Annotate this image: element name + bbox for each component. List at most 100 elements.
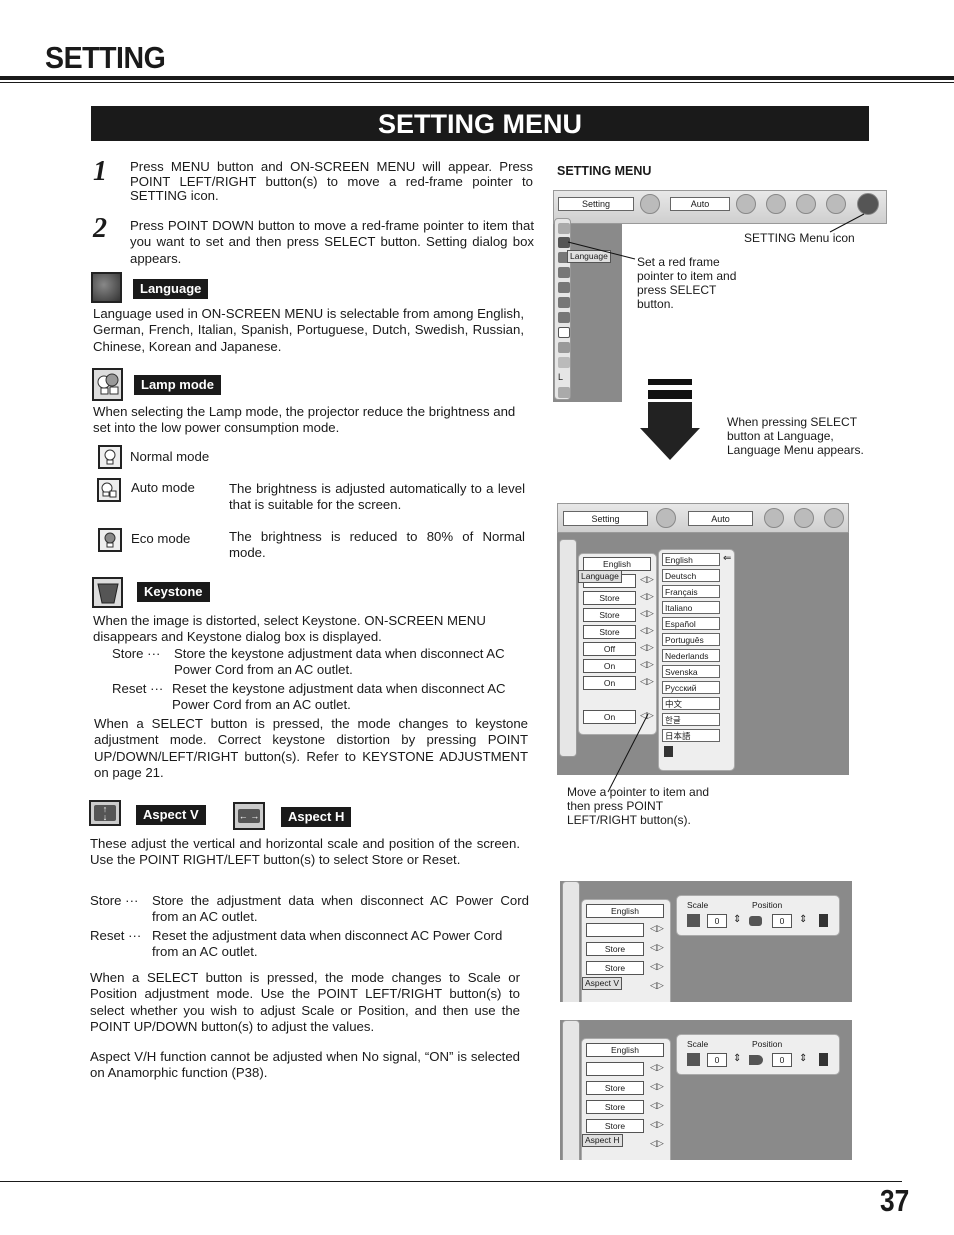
aspect-reset-desc: Reset the adjustment data when disconnec…: [152, 928, 503, 960]
aspect-v-label: Aspect V: [136, 805, 206, 825]
eco-mode-description: The brightness is reduced to 80% of Norm…: [229, 529, 525, 561]
keystone-icon: [92, 577, 123, 608]
value-cell: Store: [586, 1100, 644, 1114]
left-right-arrows-icon: ◁▷: [650, 980, 664, 990]
left-right-arrows-icon: ◁▷: [650, 1100, 664, 1110]
value-cell: Store: [583, 591, 636, 605]
globe-icon: [91, 272, 122, 303]
red-frame-callout: Set a red frame pointer to item and pres…: [637, 255, 737, 311]
exit-icon[interactable]: [819, 914, 828, 927]
scale-value[interactable]: 0: [707, 914, 727, 928]
header-rule: [0, 76, 954, 80]
left-right-arrows-icon: ◁▷: [640, 676, 654, 686]
language-description: Language used in ON-SCREEN MENU is selec…: [93, 306, 524, 354]
image-adjust-icon: [764, 508, 784, 528]
keystone-store-term: Store ···: [112, 646, 161, 661]
value-cell: On: [583, 676, 636, 690]
section-banner: SETTING MENU: [91, 106, 869, 141]
keystone-reset-desc: Reset the keystone adjustment data when …: [172, 681, 506, 713]
language-option[interactable]: 中文: [662, 697, 720, 710]
position-icon: [749, 916, 762, 926]
scale-label: Scale: [687, 1039, 709, 1049]
aspect-h-icon: ← →: [233, 802, 265, 830]
left-right-arrows-icon: ◁▷: [650, 1062, 664, 1072]
exit-icon[interactable]: [819, 1053, 828, 1066]
up-down-arrows-icon: ⇕: [733, 1053, 742, 1064]
language-option[interactable]: Русский: [662, 681, 720, 694]
position-label: Position: [752, 1039, 783, 1049]
value-cell: Off: [583, 642, 636, 656]
keystone-label: Keystone: [137, 582, 210, 602]
language-option[interactable]: Svenska: [662, 665, 720, 678]
exit-icon[interactable]: [664, 746, 673, 757]
lamp-mode-label: Lamp mode: [134, 375, 221, 395]
left-right-arrows-icon: ◁▷: [650, 1119, 664, 1129]
value-cell: [586, 923, 644, 937]
select-callout: When pressing SELECT button at Language,…: [727, 415, 864, 457]
osd-aspect-h: English ◁▷ Store ◁▷ Store ◁▷ Store ◁▷ ◁▷…: [560, 1020, 852, 1160]
aspect-store-desc: Store the adjustment data when disconnec…: [152, 893, 529, 925]
value-cell: English: [586, 904, 664, 918]
language-list-panel: English ⇐ Deutsch Français Italiano Espa…: [658, 549, 735, 771]
arrow-bar: [648, 379, 692, 385]
language-option[interactable]: Français: [662, 585, 720, 598]
up-down-arrows-icon: ⇕: [799, 1053, 808, 1064]
osd-sidebar: [562, 881, 580, 1002]
left-right-arrows-icon: ◁▷: [650, 1138, 664, 1148]
language-option[interactable]: English: [662, 553, 720, 566]
eco-mode-label: Eco mode: [131, 531, 191, 546]
position-value[interactable]: 0: [772, 1053, 792, 1067]
value-cell: English: [583, 557, 651, 571]
osd-sidebar: [562, 1020, 580, 1160]
figure-heading: SETTING MENU: [557, 164, 652, 178]
footer-rule: [0, 1181, 902, 1182]
aspect-reset-term: Reset ···: [90, 928, 142, 943]
callout-line: [607, 713, 649, 793]
aspect-paragraph-2: When a SELECT button is pressed, the mod…: [90, 970, 520, 1035]
left-right-arrows-icon: ◁▷: [640, 608, 654, 618]
language-option[interactable]: Nederlands: [662, 649, 720, 662]
normal-mode-icon: [98, 445, 122, 469]
page-title: SETTING: [45, 40, 166, 75]
scale-position-panel: Scale Position 0 ⇕ 0 ⇕: [676, 1034, 840, 1075]
aspect-v-icon: ↑ ↓: [89, 800, 121, 826]
scale-value[interactable]: 0: [707, 1053, 727, 1067]
step-text: Press MENU button and ON-SCREEN MENU wil…: [130, 159, 533, 203]
scale-icon: [687, 1053, 700, 1066]
aspect-h-label: Aspect H: [281, 807, 352, 827]
left-right-arrows-icon: ◁▷: [640, 659, 654, 669]
osd-sidebar: [559, 539, 577, 757]
language-option[interactable]: Deutsch: [662, 569, 720, 582]
left-right-arrows-icon: ◁▷: [640, 642, 654, 652]
position-label: Position: [752, 900, 783, 910]
left-right-arrows-icon: ◁▷: [640, 574, 654, 584]
language-option[interactable]: 日本語: [662, 729, 720, 742]
left-right-arrows-icon: ◁▷: [650, 923, 664, 933]
value-cell: English: [586, 1043, 664, 1057]
screen-icon: [824, 508, 844, 528]
scale-icon: [687, 914, 700, 927]
selected-arrow-icon: ⇐: [723, 553, 732, 564]
left-right-arrows-icon: ◁▷: [640, 625, 654, 635]
down-arrow-icon: [640, 402, 700, 460]
language-option[interactable]: Italiano: [662, 601, 720, 614]
color-icon: [794, 508, 814, 528]
up-down-arrows-icon: ⇕: [733, 914, 742, 925]
keystone-reset-term: Reset ···: [112, 681, 164, 696]
value-cell: Store: [586, 942, 644, 956]
setting-icon-callout: SETTING Menu icon: [744, 231, 855, 245]
value-cell: Store: [586, 1081, 644, 1095]
lamp-description: When selecting the Lamp mode, the projec…: [93, 404, 516, 436]
language-option[interactable]: Português: [662, 633, 720, 646]
value-cell: Store: [583, 625, 636, 639]
left-right-arrows-icon: ◁▷: [650, 1081, 664, 1091]
input-icon: [656, 508, 676, 528]
left-right-arrows-icon: ◁▷: [650, 942, 664, 952]
language-option[interactable]: 한글: [662, 713, 720, 726]
aspect-store-term: Store ···: [90, 893, 139, 908]
value-cell: On: [583, 659, 636, 673]
osd-auto-field: Auto: [688, 511, 753, 526]
up-down-arrows-icon: ⇕: [799, 914, 808, 925]
position-value[interactable]: 0: [772, 914, 792, 928]
language-option[interactable]: Español: [662, 617, 720, 630]
